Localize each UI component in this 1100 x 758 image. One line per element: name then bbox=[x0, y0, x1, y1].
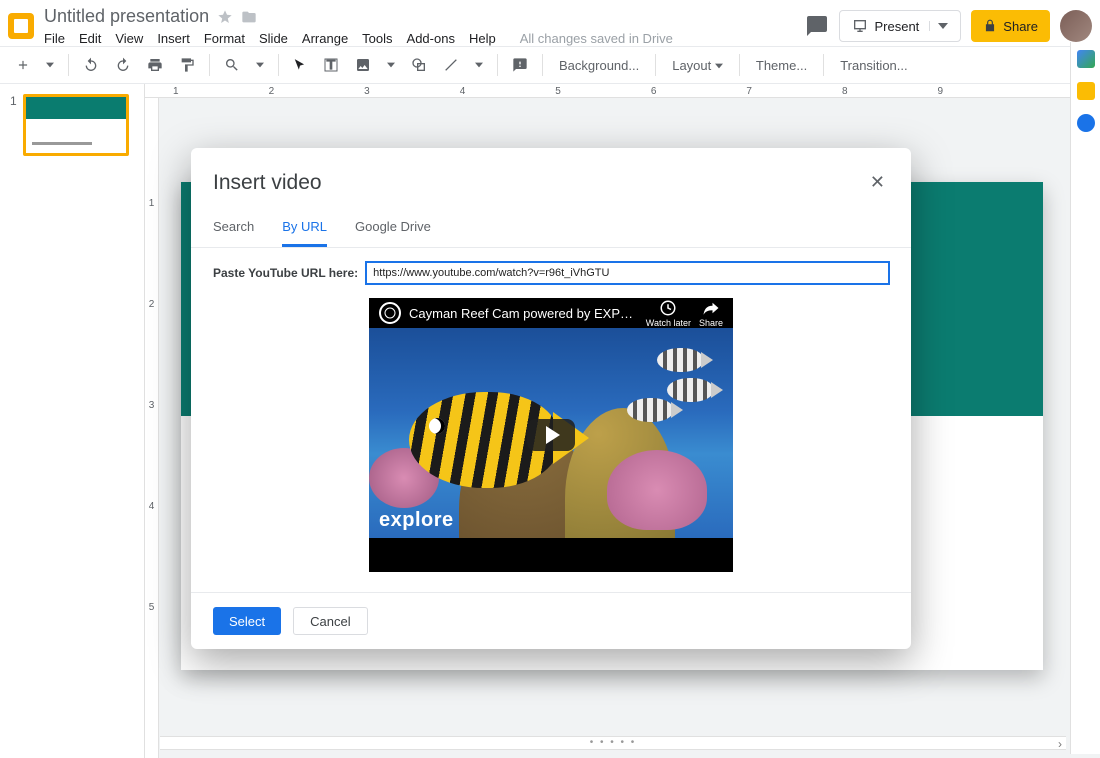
dialog-title: Insert video bbox=[213, 171, 322, 195]
video-preview[interactable]: Cayman Reef Cam powered by EXPL… Watch l… bbox=[369, 298, 733, 572]
close-icon[interactable]: ✕ bbox=[866, 168, 889, 197]
watch-later-button[interactable]: Watch later bbox=[646, 299, 691, 328]
share-video-button[interactable]: Share bbox=[699, 299, 723, 328]
tab-by-url[interactable]: By URL bbox=[282, 213, 327, 247]
share-icon bbox=[702, 299, 720, 317]
select-button[interactable]: Select bbox=[213, 607, 281, 635]
clock-icon bbox=[659, 299, 677, 317]
url-input[interactable] bbox=[366, 262, 889, 284]
brand-watermark: explore bbox=[379, 509, 454, 532]
dialog-tabs: Search By URL Google Drive bbox=[191, 201, 911, 248]
cancel-button[interactable]: Cancel bbox=[293, 607, 367, 635]
tab-google-drive[interactable]: Google Drive bbox=[355, 213, 431, 247]
modal-backdrop: Insert video ✕ Search By URL Google Driv… bbox=[0, 0, 1100, 754]
video-title: Cayman Reef Cam powered by EXPL… bbox=[409, 306, 638, 321]
tab-search[interactable]: Search bbox=[213, 213, 254, 247]
insert-video-dialog: Insert video ✕ Search By URL Google Driv… bbox=[191, 148, 911, 649]
url-label: Paste YouTube URL here: bbox=[213, 266, 358, 280]
play-button[interactable] bbox=[527, 419, 575, 451]
channel-avatar-icon bbox=[379, 302, 401, 324]
